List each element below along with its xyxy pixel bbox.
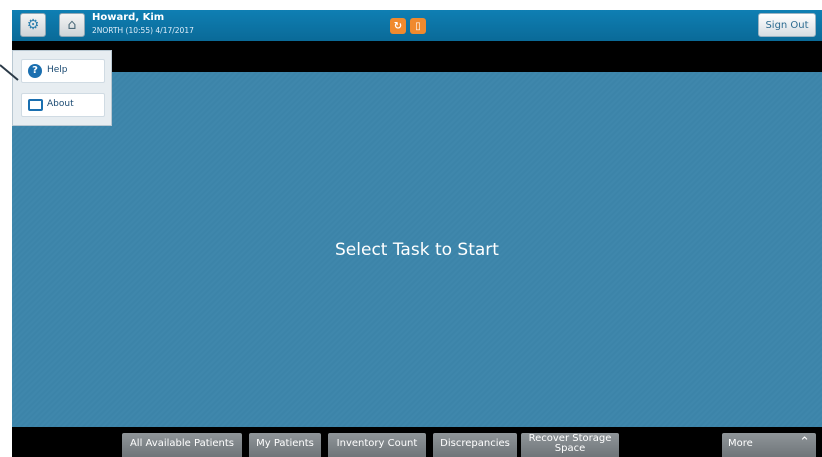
tab-inventory-count[interactable]: Inventory Count (328, 433, 426, 457)
menu-item-help[interactable]: ? Help (21, 59, 105, 83)
chevron-up-icon: ⌃ (799, 435, 810, 450)
main-area: Select Task to Start (12, 72, 822, 427)
home-icon[interactable]: ⌂ (59, 13, 85, 37)
more-label: More (728, 438, 753, 449)
sign-out-button[interactable]: Sign Out (758, 13, 816, 37)
menu-item-label: Help (47, 65, 68, 75)
gear-icon[interactable]: ⚙ (20, 13, 46, 37)
about-icon (28, 99, 43, 111)
settings-menu: ? Help About (12, 50, 112, 126)
tab-all-available-patients[interactable]: All Available Patients (122, 433, 242, 457)
top-bar: ⚙ ⌂ Howard, Kim 2NORTH (10:55) 4/17/2017… (12, 10, 822, 41)
tab-recover-storage-space[interactable]: Recover Storage Space (521, 433, 619, 457)
alerts-icon[interactable]: ▯ (410, 18, 426, 34)
tasks-icon[interactable]: ↻ (390, 18, 406, 34)
tab-my-patients[interactable]: My Patients (249, 433, 321, 457)
location-time: 2NORTH (10:55) 4/17/2017 (92, 26, 194, 35)
bottom-tab-bar: All Available Patients My Patients Inven… (12, 427, 822, 457)
tab-more[interactable]: More ⌃ (722, 433, 816, 457)
user-name: Howard, Kim (92, 12, 165, 23)
main-message: Select Task to Start (335, 240, 499, 260)
help-icon: ? (28, 64, 42, 78)
app-window: ⚙ ⌂ Howard, Kim 2NORTH (10:55) 4/17/2017… (12, 10, 822, 457)
menu-item-about[interactable]: About (21, 93, 105, 117)
tab-discrepancies[interactable]: Discrepancies (433, 433, 517, 457)
menu-item-label: About (47, 99, 74, 109)
